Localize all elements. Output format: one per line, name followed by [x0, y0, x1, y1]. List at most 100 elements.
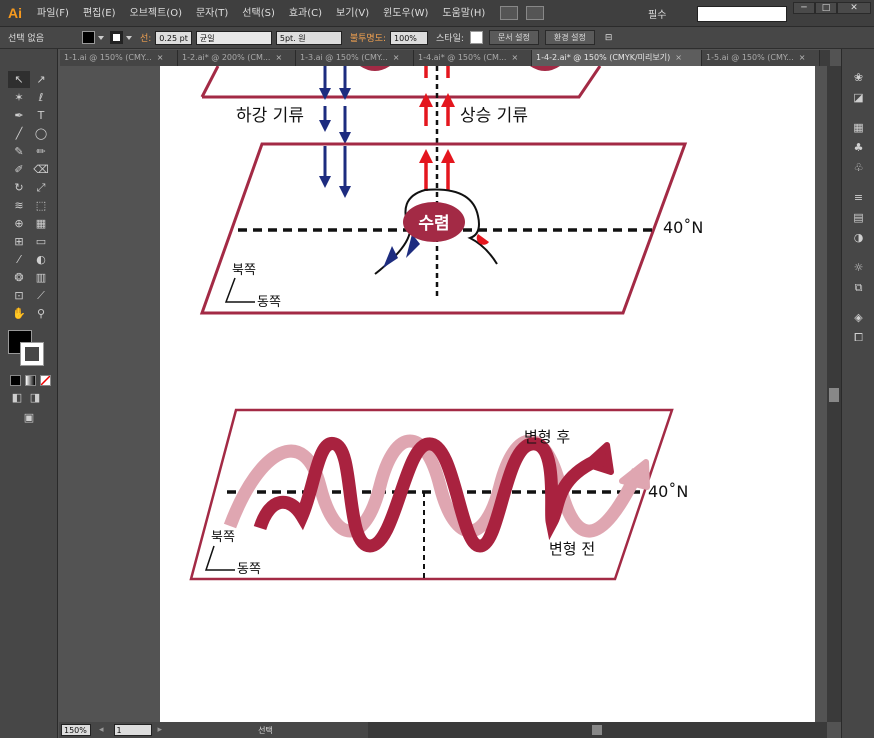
gradient-tool-icon[interactable]: ▭	[30, 233, 52, 250]
zoom-field[interactable]: 150%	[61, 724, 91, 736]
line-tool-icon[interactable]: ╱	[8, 125, 30, 142]
stroke-profile-field[interactable]: 균일	[195, 30, 272, 45]
updraft-label[interactable]: 상승 기류	[460, 106, 528, 126]
gradient-panel-icon[interactable]: ▤	[851, 211, 866, 224]
before-label[interactable]: 변형 전	[549, 540, 595, 558]
brushes-panel-icon[interactable]: ♣	[851, 141, 866, 154]
ellipse-tool-icon[interactable]: ◯	[30, 125, 52, 142]
menu-file[interactable]: 파일(F)	[30, 0, 76, 27]
artboard-tool-icon[interactable]: ⊡	[8, 287, 30, 304]
workspace-switcher[interactable]: 필수	[648, 6, 666, 21]
style-swatch[interactable]	[469, 31, 483, 44]
menu-object[interactable]: 오브젝트(O)	[123, 0, 189, 27]
latitude-label-top[interactable]: 40˚N	[663, 218, 703, 237]
color-mode-icon[interactable]	[10, 375, 21, 386]
direct-selection-tool-icon[interactable]: ↗	[30, 71, 52, 88]
menu-window[interactable]: 윈도우(W)	[376, 0, 435, 27]
canvas-area[interactable]: 하강 기류 상승 기류 40˚N 수렴 북쪽 동쪽 40˚N 변형 후 변형 전…	[59, 66, 827, 722]
bridge-icon[interactable]	[500, 6, 519, 20]
east-label-bottom[interactable]: 동쪽	[237, 562, 261, 577]
first-page-icon[interactable]: ◂	[99, 725, 104, 735]
warp-tool-icon[interactable]: ≋	[8, 197, 30, 214]
color-panel-icon[interactable]: ❀	[851, 71, 866, 84]
blend-tool-icon[interactable]: ◐	[30, 251, 52, 268]
after-label[interactable]: 변형 후	[524, 428, 570, 446]
chevron-down-icon[interactable]	[125, 35, 132, 40]
slice-tool-icon[interactable]: ⟋	[30, 287, 52, 304]
hand-tool-icon[interactable]: ✋	[8, 305, 30, 322]
convergence-label[interactable]: 수렴	[418, 213, 449, 234]
document-setup-button[interactable]: 문서 설정	[488, 30, 539, 45]
pen-tool-icon[interactable]: ✒	[8, 107, 30, 124]
column-graph-tool-icon[interactable]: ▥	[30, 269, 52, 286]
opacity-field[interactable]: 100%	[390, 30, 429, 45]
vertical-scroll-thumb[interactable]	[829, 388, 839, 402]
next-page-icon[interactable]: ▸	[158, 725, 163, 735]
lasso-tool-icon[interactable]: ℓ	[30, 89, 52, 106]
color-guide-icon[interactable]: ◪	[851, 91, 866, 104]
east-label-top[interactable]: 동쪽	[257, 295, 281, 310]
shape-builder-tool-icon[interactable]: ⊕	[8, 215, 30, 232]
stroke-panel-icon[interactable]: ≡	[851, 191, 866, 204]
close-tab-icon[interactable]: ×	[675, 50, 682, 66]
chevron-down-icon[interactable]	[97, 35, 104, 40]
close-tab-icon[interactable]: ×	[799, 50, 806, 66]
stroke-color-box[interactable]	[20, 342, 44, 366]
transparency-panel-icon[interactable]: ◑	[851, 231, 866, 244]
scale-tool-icon[interactable]: ⤢	[30, 179, 52, 196]
close-tab-icon[interactable]: ×	[275, 50, 282, 66]
brush-field[interactable]: 5pt. 원	[275, 30, 342, 45]
screen-mode-icon[interactable]: ▣	[18, 409, 40, 426]
blob-brush-tool-icon[interactable]: ✐	[8, 161, 30, 178]
zoom-tool-icon[interactable]: ⚲	[30, 305, 52, 322]
search-input[interactable]	[697, 6, 787, 22]
menu-effect[interactable]: 효과(C)	[282, 0, 329, 27]
menu-view[interactable]: 보기(V)	[329, 0, 376, 27]
artboards-panel-icon[interactable]: ⧠	[851, 331, 866, 344]
fill-color-swatch[interactable]	[81, 31, 95, 44]
status-label[interactable]: 선택	[258, 725, 273, 736]
north-label-bottom[interactable]: 북쪽	[211, 530, 235, 545]
layers-panel-icon[interactable]: ◈	[851, 311, 866, 324]
before-wave[interactable]	[223, 434, 644, 538]
downdraft-label[interactable]: 하강 기류	[236, 106, 304, 126]
free-transform-tool-icon[interactable]: ⬚	[30, 197, 52, 214]
graphic-styles-icon[interactable]: ⧉	[851, 281, 866, 294]
eraser-tool-icon[interactable]: ⌫	[30, 161, 52, 178]
vertical-scrollbar[interactable]	[827, 66, 841, 722]
menu-edit[interactable]: 편집(E)	[76, 0, 123, 27]
north-label-top[interactable]: 북쪽	[232, 263, 256, 278]
close-tab-icon[interactable]: ×	[511, 50, 518, 66]
page-field[interactable]: 1	[113, 724, 152, 736]
document-tab[interactable]: 1-2.ai* @ 200% (CM... ×	[178, 50, 296, 66]
stroke-weight-field[interactable]: 0.25 pt	[155, 30, 192, 45]
upper-plane-left-edge[interactable]	[200, 66, 220, 98]
document-tab[interactable]: 1-5.ai @ 150% (CMY... ×	[702, 50, 820, 66]
perspective-grid-tool-icon[interactable]: ▦	[30, 215, 52, 232]
pencil-tool-icon[interactable]: ✏	[30, 143, 52, 160]
close-button[interactable]: ✕	[837, 2, 871, 14]
type-tool-icon[interactable]: T	[30, 107, 52, 124]
eyedropper-tool-icon[interactable]: ⁄	[8, 251, 30, 268]
none-mode-icon[interactable]	[40, 375, 51, 386]
menu-select[interactable]: 선택(S)	[235, 0, 282, 27]
upper-plane[interactable]	[202, 66, 602, 99]
draw-behind-icon[interactable]: ◨	[24, 389, 46, 406]
horizontal-scrollbar[interactable]	[368, 722, 827, 738]
lower-plane[interactable]	[189, 408, 674, 581]
menu-help[interactable]: 도움말(H)	[435, 0, 492, 27]
latitude-label-bottom[interactable]: 40˚N	[648, 482, 688, 501]
gradient-mode-icon[interactable]	[25, 375, 36, 386]
document-tab[interactable]: 1-3.ai @ 150% (CMY... ×	[296, 50, 414, 66]
rotate-tool-icon[interactable]: ↻	[8, 179, 30, 196]
paintbrush-tool-icon[interactable]: ✎	[8, 143, 30, 160]
symbols-panel-icon[interactable]: ♧	[851, 161, 866, 174]
symbol-sprayer-tool-icon[interactable]: ❂	[8, 269, 30, 286]
document-tab[interactable]: 1-4.ai* @ 150% (CM... ×	[414, 50, 532, 66]
menu-type[interactable]: 문자(T)	[189, 0, 235, 27]
arrange-documents-icon[interactable]	[526, 6, 545, 20]
minimize-button[interactable]: ─	[793, 2, 815, 14]
magic-wand-tool-icon[interactable]: ✶	[8, 89, 30, 106]
appearance-panel-icon[interactable]: ☼	[851, 261, 866, 274]
opacity-label[interactable]: 불투명도:	[350, 31, 386, 44]
